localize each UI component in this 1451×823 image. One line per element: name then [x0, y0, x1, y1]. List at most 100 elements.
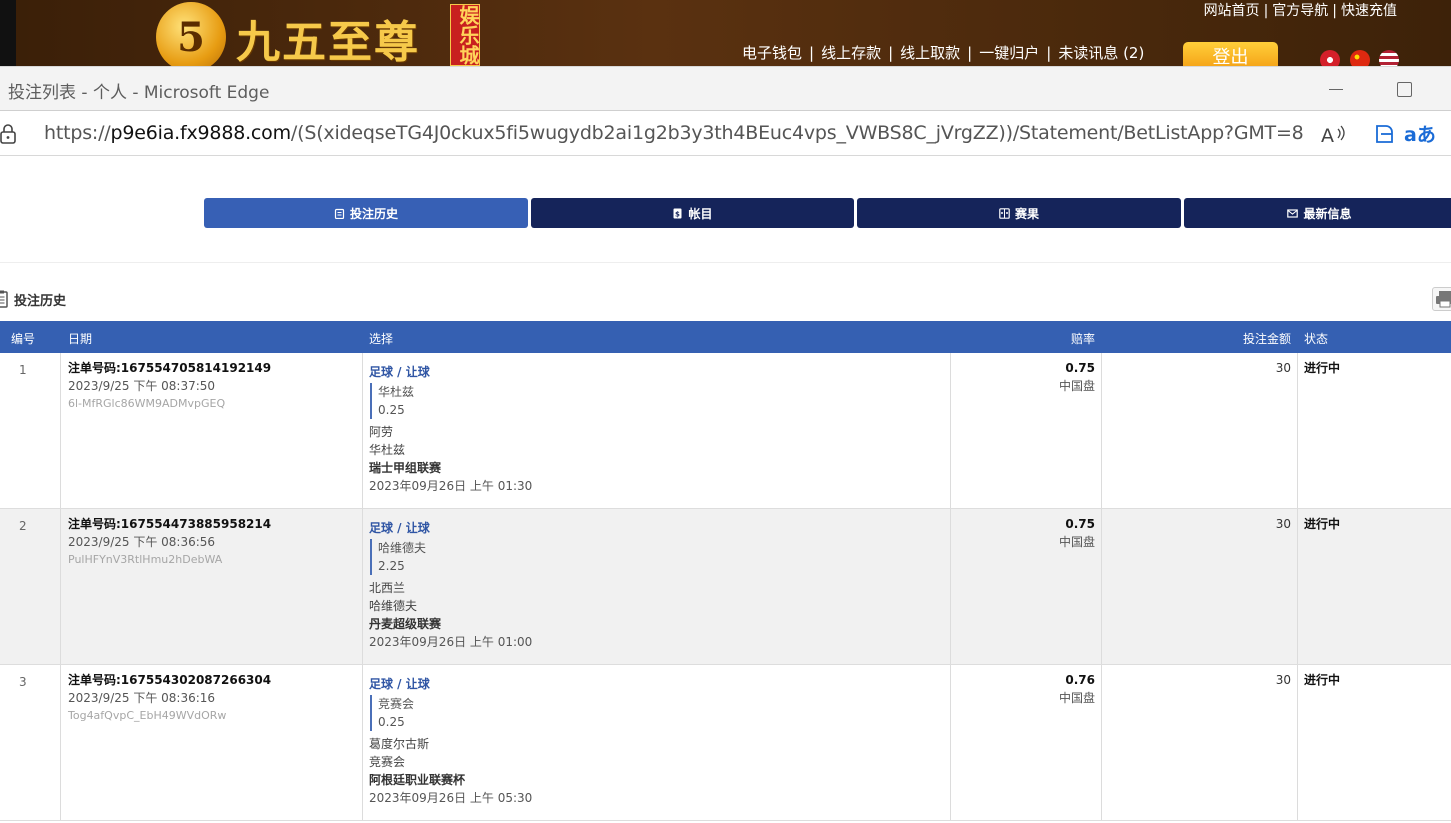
row-number: 2: [19, 519, 27, 533]
sport-market: 足球 / 让球: [369, 521, 430, 535]
tab-results[interactable]: 赛果: [857, 198, 1181, 228]
browser-title-bar: 投注列表 - 个人 - Microsoft Edge: [0, 66, 1451, 110]
svg-text:A: A: [1321, 125, 1334, 147]
match-time: 2023年09月26日 上午 01:00: [369, 635, 533, 649]
tab-ledger[interactable]: $ 帐目: [531, 198, 854, 228]
bet-selection: 足球 / 让球 华杜兹 0.25 阿劳 华杜兹 瑞士甲组联赛 2023年09月2…: [369, 363, 532, 495]
bet-selection: 足球 / 让球 哈维德夫 2.25 北西兰 哈维德夫 丹麦超级联赛 2023年0…: [369, 519, 532, 651]
odds-type: 中国盘: [1058, 379, 1095, 393]
flag-hk-icon[interactable]: [1320, 50, 1340, 66]
header-selection: 选择: [369, 332, 394, 346]
order-number: 注单号码:167554473885958214: [68, 517, 272, 531]
league-name: 阿根廷职业联赛杯: [369, 773, 466, 787]
flag-cn-icon[interactable]: [1350, 50, 1370, 66]
league-name: 丹麦超级联赛: [369, 617, 442, 631]
odds-cell: 0.75 中国盘: [1059, 359, 1095, 395]
immersive-reader-icon[interactable]: [1374, 123, 1396, 145]
handicap-value: 0.25: [378, 403, 405, 417]
nav-link-official-guide[interactable]: 官方导航: [1272, 3, 1328, 19]
url-field[interactable]: https://p9e6ia.fx9888.com/(S(xideqseTG4J…: [44, 122, 1304, 144]
table-row: 1 注单号码:167554705814192149 2023/9/25 下午 0…: [0, 353, 1451, 509]
bet-amount: 30: [1275, 517, 1291, 531]
pick-team: 竞赛会: [378, 697, 415, 711]
header-no: 编号: [11, 332, 36, 346]
logout-button[interactable]: 登出: [1183, 42, 1278, 66]
odds-type: 中国盘: [1058, 691, 1095, 705]
maximize-button[interactable]: [1392, 77, 1418, 101]
odds-value: 0.76: [1065, 673, 1095, 687]
section-title: 投注历史: [14, 293, 67, 309]
nav-link-online-deposit[interactable]: 线上存款: [821, 44, 881, 62]
handicap-value: 2.25: [378, 559, 405, 573]
nav-link-unread-messages[interactable]: 未读讯息 (2): [1058, 44, 1144, 62]
nav-link-one-click-return[interactable]: 一键归户: [979, 44, 1039, 62]
printer-icon: [1436, 291, 1451, 308]
tab-latest-info[interactable]: 最新信息: [1184, 198, 1451, 228]
league-name: 瑞士甲组联赛: [369, 461, 442, 475]
match-time: 2023年09月26日 上午 05:30: [369, 791, 533, 805]
odds-cell: 0.75 中国盘: [1059, 515, 1095, 551]
clipboard-icon: [334, 208, 345, 219]
ledger-icon: $: [673, 208, 682, 218]
site-logo-emblem: 5: [156, 2, 226, 66]
site-logo-tag: 娱乐城: [450, 4, 480, 66]
bet-info: 注单号码:167554302087266304 2023/9/25 下午 08:…: [68, 671, 271, 725]
bet-status: 进行中: [1304, 673, 1341, 687]
bet-datetime: 2023/9/25 下午 08:36:16: [68, 691, 216, 705]
table-row: 2 注单号码:167554473885958214 2023/9/25 下午 0…: [0, 509, 1451, 665]
tab-bet-history[interactable]: 投注历史: [204, 198, 528, 228]
mail-icon: [1287, 208, 1299, 218]
clipboard-icon: [0, 290, 8, 308]
nav-link-quick-deposit[interactable]: 快速充值: [1341, 3, 1397, 19]
bet-amount: 30: [1275, 673, 1291, 687]
svg-text:$: $: [675, 210, 680, 218]
bet-info: 注单号码:167554473885958214 2023/9/25 下午 08:…: [68, 515, 271, 569]
table-header: 编号 日期 选择 赔率 投注金额 状态: [0, 321, 1451, 353]
pick-box: 华杜兹 0.25: [370, 383, 532, 419]
nav-link-online-withdraw[interactable]: 线上取款: [900, 44, 960, 62]
banner-left-bar: [0, 0, 16, 66]
order-number: 注单号码:167554302087266304: [68, 673, 272, 687]
sport-market: 足球 / 让球: [369, 677, 430, 691]
header-amount: 投注金额: [1242, 332, 1291, 346]
bet-amount: 30: [1275, 361, 1291, 375]
home-team: 阿劳: [369, 425, 394, 439]
home-team: 北西兰: [369, 581, 406, 595]
pick-box: 哈维德夫 2.25: [370, 539, 532, 575]
print-button[interactable]: [1432, 287, 1451, 311]
bet-info: 注单号码:167554705814192149 2023/9/25 下午 08:…: [68, 359, 271, 413]
header-status: 状态: [1304, 332, 1329, 346]
odds-value: 0.75: [1065, 361, 1095, 375]
flag-us-icon[interactable]: [1379, 50, 1399, 66]
bet-selection: 足球 / 让球 竞赛会 0.25 葛度尔古斯 竞赛会 阿根廷职业联赛杯 2023…: [369, 675, 532, 807]
pick-team: 华杜兹: [378, 385, 415, 399]
site-main-nav: 电子钱包 | 线上存款 | 线上取款 | 一键归户 | 未读讯息 (2): [742, 44, 1145, 62]
order-number: 注单号码:167554705814192149: [68, 361, 272, 375]
odds-cell: 0.76 中国盘: [1059, 671, 1095, 707]
away-team: 竞赛会: [369, 755, 406, 769]
away-team: 华杜兹: [369, 443, 406, 457]
window-title: 投注列表 - 个人 - Microsoft Edge: [8, 83, 270, 103]
handicap-value: 0.25: [378, 715, 405, 729]
bet-datetime: 2023/9/25 下午 08:37:50: [68, 379, 216, 393]
row-number: 3: [19, 675, 27, 689]
site-banner: 5 九五至尊 娱乐城 网站首页 | 官方导航 | 快速充值 电子钱包 | 线上存款 | 线上取款…: [0, 0, 1451, 66]
read-aloud-icon[interactable]: A: [1320, 121, 1348, 147]
site-top-nav: 网站首页 | 官方导航 | 快速充值: [1203, 3, 1397, 19]
table-row: 3 注单号码:167554302087266304 2023/9/25 下午 0…: [0, 665, 1451, 821]
nav-link-wallet[interactable]: 电子钱包: [742, 44, 802, 62]
bet-hash: PulHFYnV3RtlHmu2hDebWA: [68, 553, 223, 566]
header-date: 日期: [68, 332, 93, 346]
section-header: 投注历史: [0, 288, 66, 310]
sport-market: 足球 / 让球: [369, 365, 430, 379]
bet-hash: Tog4afQvpC_EbH49WVdORw: [68, 709, 227, 722]
pick-team: 哈维德夫: [378, 541, 427, 555]
bet-hash: 6l-MfRGlc86WM9ADMvpGEQ: [68, 397, 226, 410]
address-bar: https://p9e6ia.fx9888.com/(S(xideqseTG4J…: [0, 110, 1451, 156]
odds-type: 中国盘: [1058, 535, 1095, 549]
nav-link-home[interactable]: 网站首页: [1204, 3, 1260, 19]
away-team: 哈维德夫: [369, 599, 418, 613]
lock-icon[interactable]: [0, 123, 20, 145]
minimize-button[interactable]: [1322, 77, 1350, 101]
translate-icon[interactable]: aあ: [1404, 120, 1436, 147]
